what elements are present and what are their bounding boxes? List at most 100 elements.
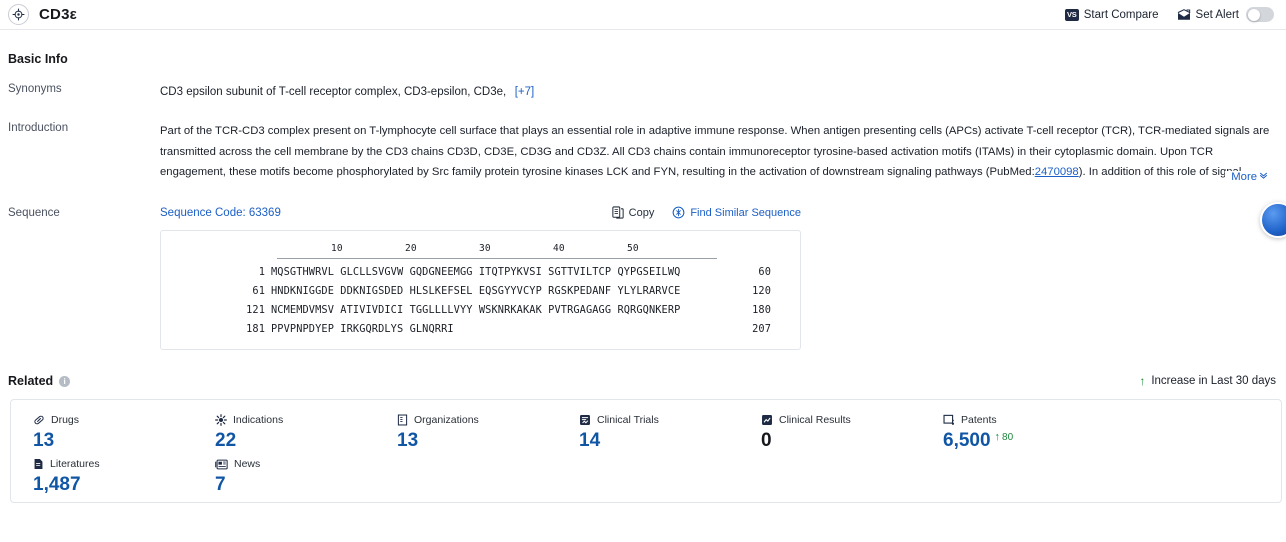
stat-label: Patents [961,414,997,426]
sequence-line: 61 HNDKNIGGDE DDKNIGSDED HLSLKEFSEL EQSG… [161,285,800,297]
page-title: CD3ε [39,6,77,23]
introduction-text: Part of the TCR-CD3 complex present on T… [160,121,1278,183]
indications-icon [215,414,227,426]
sequence-line: 1 MQSGTHWRVL GLCLLSVGVW GQDGNEEMGG ITQTP… [161,266,800,278]
chevron-down-icon [1259,171,1268,183]
sequence-residues: NCMEMDVMSV ATIVIVDICI TGGLLLLVYY WSKNRKA… [271,304,711,316]
increase-legend: ↑ Increase in Last 30 days [1139,375,1278,387]
ruler-tick: 40 [553,243,565,254]
sequence-end-index: 60 [711,266,771,278]
stat-value[interactable]: 14 [579,430,739,452]
sequence-residues: PPVPNPDYEP IRKGQRDLYS GLNQRRI [271,323,711,335]
stat-value[interactable]: 7 [215,474,375,496]
target-icon [8,4,29,25]
find-similar-sequence-button[interactable]: Find Similar Sequence [672,206,801,219]
sequence-label: Sequence [8,206,160,350]
drug-capsule-icon [33,414,45,426]
sequence-end-index: 180 [711,304,771,316]
set-alert-toggle[interactable] [1246,7,1274,22]
copy-label: Copy [629,207,655,219]
stat-value[interactable]: 13 [397,430,557,452]
sequence-actions: Copy Find Similar Sequence [612,206,801,219]
stat-card-clinical-results[interactable]: Clinical Results 0 [739,414,921,452]
clinical-results-icon [761,414,773,426]
arrow-up-icon: ↑ [995,432,1001,443]
stat-number: 13 [397,430,418,452]
copy-button[interactable]: Copy [612,206,655,219]
stat-card-indications[interactable]: Indications 22 [193,414,375,452]
find-similar-icon [672,206,685,219]
clinical-trials-icon [579,414,591,426]
ruler-tick: 20 [405,243,417,254]
sequence-start-index: 1 [161,266,271,278]
organizations-icon [397,414,408,426]
sequence-code-link[interactable]: Sequence Code: 63369 [160,207,281,219]
info-icon[interactable]: i [59,376,70,387]
stat-label: Indications [233,414,283,426]
stat-value[interactable]: 22 [215,430,375,452]
brand: CD3ε [8,4,77,25]
introduction-row: Introduction Part of the TCR-CD3 complex… [8,121,1278,183]
synonyms-label: Synonyms [8,82,160,100]
stat-card-news[interactable]: News 7 [193,458,375,496]
sequence-ruler-numbers: 10 20 30 40 50 [277,243,717,256]
stat-label: Organizations [414,414,479,426]
main-content: Basic Info Synonyms CD3 epsilon subunit … [0,52,1286,503]
stat-number: 7 [215,474,226,496]
stat-label: Clinical Results [779,414,851,426]
sequence-line: 181 PPVPNPDYEP IRKGQRDLYS GLNQRRI 207 [161,323,800,335]
basic-info-heading: Basic Info [8,52,1278,66]
find-similar-label: Find Similar Sequence [690,207,801,219]
stat-card-organizations[interactable]: Organizations 13 [375,414,557,452]
stat-value[interactable]: 1,487 [33,474,193,496]
stat-number: 13 [33,430,54,452]
app-header: CD3ε VS Start Compare Set Alert [0,0,1286,30]
sequence-residues: HNDKNIGGDE DDKNIGSDED HLSLKEFSEL EQSGYYV… [271,285,711,297]
alert-mail-icon [1177,9,1191,21]
sequence-start-index: 61 [161,285,271,297]
related-heading: Related [8,374,53,388]
start-compare-button[interactable]: VS Start Compare [1065,9,1159,21]
increase-legend-label: Increase in Last 30 days [1151,375,1276,387]
stat-number: 6,500 [943,430,991,452]
stat-number: 0 [761,430,772,452]
delta-value: 80 [1002,432,1013,443]
sequence-start-index: 121 [161,304,271,316]
sequence-end-index: 207 [711,323,771,335]
introduction-more-toggle[interactable]: More [1225,171,1268,183]
sequence-header: Sequence Code: 63369 Copy [160,206,801,219]
patents-icon [943,414,955,426]
synonyms-more-link[interactable]: [+7] [515,86,535,98]
synonyms-value: CD3 epsilon subunit of T-cell receptor c… [160,86,506,98]
related-stats-card: Drugs 13 Indication [10,399,1282,503]
synonyms-row: Synonyms CD3 epsilon subunit of T-cell r… [8,82,1278,100]
sequence-box: 10 20 30 40 50 1 MQSGTHWRVL GLCLLSVGVW G… [160,230,801,350]
stat-label: Clinical Trials [597,414,659,426]
stat-card-drugs[interactable]: Drugs 13 [11,414,193,452]
stat-value[interactable]: 13 [33,430,193,452]
sequence-end-index: 120 [711,285,771,297]
introduction-label: Introduction [8,121,160,183]
stat-delta: ↑ 80 [995,432,1014,443]
stat-card-patents[interactable]: Patents 6,500 ↑ 80 [921,414,1103,452]
pubmed-link[interactable]: 2470098 [1035,166,1079,178]
copy-icon [612,206,624,219]
vs-icon: VS [1065,9,1079,21]
set-alert-label: Set Alert [1196,9,1239,21]
stat-value[interactable]: 6,500 ↑ 80 [943,430,1103,452]
stat-number: 14 [579,430,600,452]
related-header: Related i ↑ Increase in Last 30 days [8,374,1278,388]
start-compare-label: Start Compare [1084,9,1159,21]
stat-label: Drugs [51,414,79,426]
stat-grid: Drugs 13 Indication [11,414,1281,502]
set-alert-control[interactable]: Set Alert [1177,7,1274,22]
stat-card-literatures[interactable]: Literatures 1,487 [11,458,193,496]
ruler-tick: 10 [331,243,343,254]
news-icon [215,459,228,470]
sequence-residues: MQSGTHWRVL GLCLLSVGVW GQDGNEEMGG ITQTPYK… [271,266,711,278]
ruler-tick: 30 [479,243,491,254]
stat-card-clinical-trials[interactable]: Clinical Trials 14 [557,414,739,452]
sequence-start-index: 181 [161,323,271,335]
stat-label: Literatures [50,458,100,470]
stat-value: 0 [761,430,921,452]
